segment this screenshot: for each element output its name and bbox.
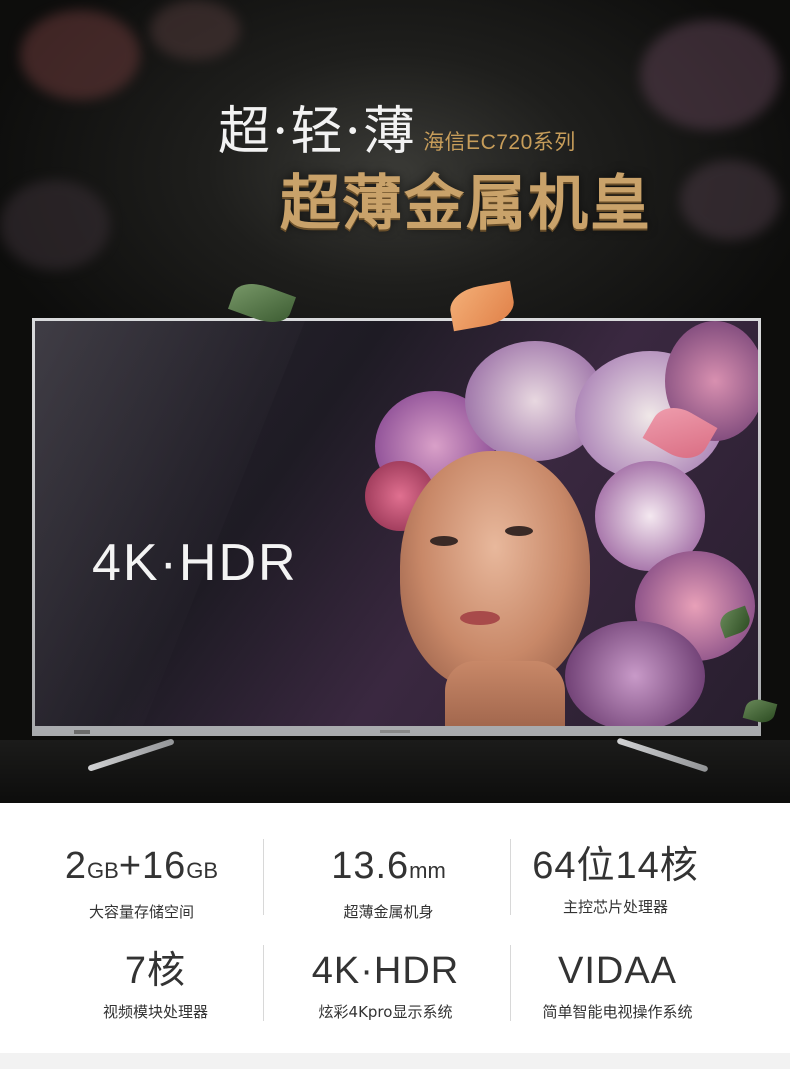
spec-desc: 炫彩4Kpro显示系统 bbox=[318, 1003, 453, 1021]
bg-flower bbox=[680, 160, 780, 240]
tv-screen: 4K·HDR bbox=[35, 321, 758, 726]
spec-os: VIDAA 简单智能电视操作系统 bbox=[494, 948, 741, 1022]
tv-screen-label: 4K·HDR bbox=[92, 534, 298, 592]
model-face bbox=[400, 451, 590, 691]
bg-flower bbox=[0, 180, 110, 270]
subheadline: 超薄金属机皇 bbox=[280, 169, 652, 239]
model-eye bbox=[430, 536, 458, 546]
spec-value: 64位14核 bbox=[532, 845, 699, 887]
tv-logo bbox=[74, 730, 90, 734]
spec-desc: 大容量存储空间 bbox=[88, 903, 194, 921]
specs-grid: 2GB+16GB 大容量存储空间 13.6mm 超薄金属机身 64位14核 主控… bbox=[0, 803, 790, 1053]
divider bbox=[263, 839, 264, 915]
spec-desc: 简单智能电视操作系统 bbox=[542, 1003, 693, 1021]
footer-band bbox=[0, 1053, 790, 1069]
screen-glare bbox=[35, 321, 305, 726]
bg-flower bbox=[640, 20, 780, 130]
headline: 超·轻·薄 海信EC720系列 bbox=[218, 92, 576, 162]
bg-flower bbox=[20, 10, 140, 100]
bg-flower bbox=[150, 0, 240, 60]
spec-value: 13.6mm bbox=[331, 845, 446, 887]
spec-thickness: 13.6mm 超薄金属机身 bbox=[265, 843, 512, 922]
spec-desc: 视频模块处理器 bbox=[102, 1003, 208, 1021]
spec-value: 2GB+16GB bbox=[64, 845, 219, 887]
spec-processor: 64位14核 主控芯片处理器 bbox=[492, 843, 739, 917]
spec-desc: 主控芯片处理器 bbox=[562, 898, 668, 916]
spec-display: 4K·HDR 炫彩4Kpro显示系统 bbox=[262, 948, 509, 1022]
spec-video-module: 7核 视频模块处理器 bbox=[32, 948, 279, 1022]
spec-value: 4K·HDR bbox=[311, 950, 460, 992]
spec-value: 7核 bbox=[124, 950, 187, 992]
model-neck bbox=[445, 661, 565, 726]
hero-banner: 超·轻·薄 海信EC720系列 超薄金属机皇 4K·HDR bbox=[0, 0, 790, 803]
model-eye bbox=[505, 526, 533, 536]
tv-frame: 4K·HDR bbox=[32, 318, 761, 736]
spec-value: VIDAA bbox=[557, 950, 678, 992]
floor-reflection bbox=[0, 740, 790, 803]
tv-brand-mark bbox=[380, 730, 410, 733]
headline-series: 海信EC720系列 bbox=[423, 131, 576, 154]
spec-desc: 超薄金属机身 bbox=[343, 903, 434, 921]
flower bbox=[565, 621, 705, 726]
spec-storage: 2GB+16GB 大容量存储空间 bbox=[18, 843, 265, 922]
headline-main: 超·轻·薄 bbox=[218, 102, 418, 162]
model-lips bbox=[460, 611, 500, 625]
